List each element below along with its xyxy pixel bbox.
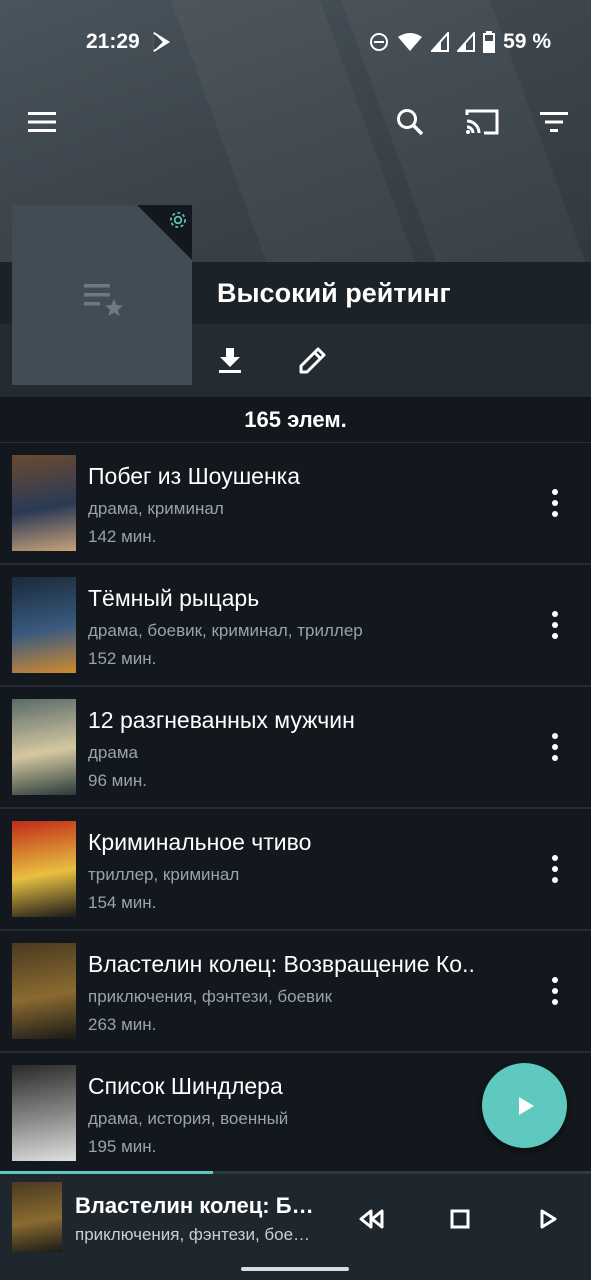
play-icon bbox=[518, 1096, 534, 1115]
signal-icon bbox=[457, 32, 476, 52]
movie-title: Властелин колец: Возвращение Ко.. bbox=[88, 951, 475, 977]
download-button[interactable] bbox=[210, 340, 250, 380]
movie-poster bbox=[12, 455, 76, 551]
now-playing-poster bbox=[12, 1182, 62, 1252]
movie-poster bbox=[12, 943, 76, 1039]
movie-genres: драма, криминал bbox=[88, 499, 224, 518]
signal-icon bbox=[431, 32, 450, 52]
play-all-button[interactable] bbox=[482, 1063, 567, 1148]
filter-button[interactable] bbox=[532, 100, 576, 144]
playlist-title: Высокий рейтинг bbox=[217, 278, 451, 308]
list-item[interactable]: Побег из Шоушенка драма, криминал 142 ми… bbox=[0, 443, 591, 565]
edit-icon bbox=[299, 347, 326, 374]
play-icon bbox=[540, 1209, 557, 1229]
movie-duration: 195 мин. bbox=[88, 1137, 157, 1156]
battery-percent: 59 % bbox=[503, 30, 551, 53]
home-indicator[interactable] bbox=[241, 1267, 349, 1271]
movie-genres: драма, история, военный bbox=[88, 1109, 289, 1128]
cast-icon bbox=[465, 109, 499, 135]
mini-player[interactable]: Властелин колец: Бр… приключения, фэнтез… bbox=[0, 1171, 591, 1280]
menu-icon bbox=[28, 112, 56, 132]
movie-title: 12 разгневанных мужчин bbox=[88, 707, 355, 733]
play-button[interactable] bbox=[528, 1199, 568, 1239]
movie-genres: драма, боевик, криминал, триллер bbox=[88, 621, 363, 640]
search-icon bbox=[397, 109, 424, 136]
item-count-row: 165 элем. bbox=[0, 397, 591, 443]
movie-title: Побег из Шоушенка bbox=[88, 463, 301, 489]
movie-list: Побег из Шоушенка драма, криминал 142 ми… bbox=[0, 443, 591, 1175]
playlist-star-icon bbox=[84, 284, 123, 316]
list-item[interactable]: 12 разгневанных мужчин драма 96 мин. bbox=[0, 687, 591, 809]
more-options-button[interactable] bbox=[540, 971, 570, 1011]
movie-genres: драма bbox=[88, 743, 138, 762]
now-playing-title: Властелин колец: Бр… bbox=[75, 1193, 325, 1218]
movie-duration: 96 мин. bbox=[88, 771, 147, 790]
now-playing-subtitle: приключения, фэнтези, бое… bbox=[75, 1225, 311, 1244]
more-options-button[interactable] bbox=[540, 483, 570, 523]
movie-duration: 263 мин. bbox=[88, 1015, 157, 1034]
status-icons: 59 % bbox=[369, 30, 551, 54]
movie-title: Криминальное чтиво bbox=[88, 829, 312, 855]
playlist-cover[interactable] bbox=[12, 205, 192, 385]
more-options-button[interactable] bbox=[540, 605, 570, 645]
more-options-button[interactable] bbox=[540, 849, 570, 889]
dnd-icon bbox=[370, 33, 389, 51]
play-store-icon bbox=[153, 32, 171, 52]
stop-button[interactable] bbox=[440, 1199, 480, 1239]
status-bar: 21:29 59 % bbox=[0, 0, 591, 84]
list-item[interactable]: Тёмный рыцарь драма, боевик, криминал, т… bbox=[0, 565, 591, 687]
menu-button[interactable] bbox=[20, 100, 64, 144]
movie-duration: 142 мин. bbox=[88, 527, 157, 546]
movie-duration: 154 мин. bbox=[88, 893, 157, 912]
movie-poster bbox=[12, 1065, 76, 1161]
movie-title: Тёмный рыцарь bbox=[88, 585, 260, 611]
movie-poster bbox=[12, 821, 76, 917]
edit-button[interactable] bbox=[293, 340, 333, 380]
playback-progress-fill bbox=[0, 1171, 213, 1174]
battery-icon bbox=[483, 31, 496, 53]
rewind-button[interactable] bbox=[351, 1199, 391, 1239]
filter-icon bbox=[540, 112, 568, 132]
cast-button[interactable] bbox=[460, 100, 504, 144]
movie-title: Список Шиндлера bbox=[88, 1073, 283, 1099]
item-count: 165 элем. bbox=[244, 406, 347, 432]
movie-poster bbox=[12, 577, 76, 673]
movie-duration: 152 мин. bbox=[88, 649, 157, 668]
gear-icon[interactable] bbox=[168, 210, 188, 230]
movie-poster bbox=[12, 699, 76, 795]
stop-icon bbox=[450, 1209, 470, 1229]
download-icon bbox=[219, 348, 241, 373]
list-item[interactable]: Криминальное чтиво триллер, криминал 154… bbox=[0, 809, 591, 931]
status-time: 21:29 bbox=[86, 30, 140, 53]
movie-genres: приключения, фэнтези, боевик bbox=[88, 987, 333, 1006]
list-item[interactable]: Властелин колец: Возвращение Ко.. приклю… bbox=[0, 931, 591, 1053]
movie-genres: триллер, криминал bbox=[88, 865, 240, 884]
wifi-icon bbox=[398, 33, 423, 51]
playback-progress[interactable] bbox=[0, 1171, 591, 1174]
search-button[interactable] bbox=[388, 100, 432, 144]
more-options-button[interactable] bbox=[540, 727, 570, 767]
rewind-icon bbox=[359, 1209, 384, 1229]
